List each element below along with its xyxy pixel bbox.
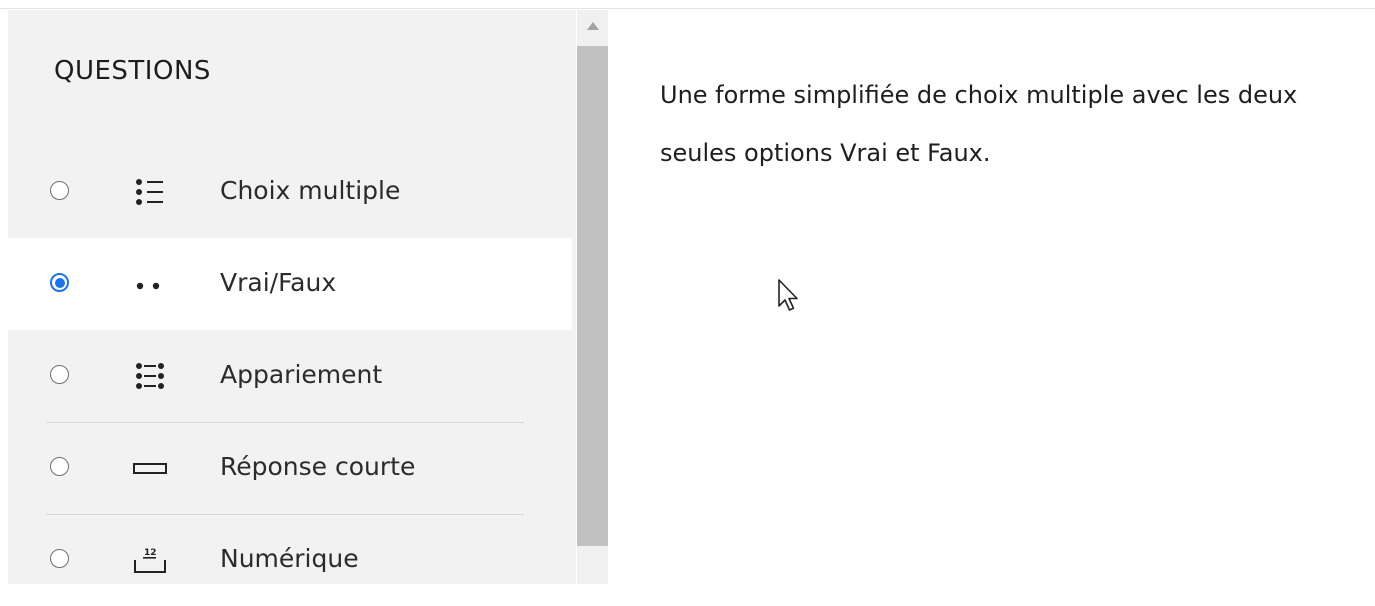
question-type-reponse-courte[interactable]: Réponse courte: [8, 422, 572, 514]
svg-text:12: 12: [144, 548, 157, 558]
question-type-label: Vrai/Faux: [220, 268, 337, 297]
item-divider: [46, 514, 524, 515]
scrollbar-thumb[interactable]: [577, 46, 608, 546]
question-type-choix-multiple[interactable]: Choix multiple: [8, 146, 572, 238]
list-icon: [136, 179, 163, 205]
short-answer-icon: [133, 463, 167, 474]
radio-button[interactable]: [50, 181, 69, 200]
two-dots-icon: [136, 282, 160, 290]
radio-button-selected[interactable]: [50, 273, 69, 292]
question-type-numerique[interactable]: 12 Numérique: [8, 514, 572, 606]
radio-button[interactable]: [50, 549, 69, 568]
section-title: QUESTIONS: [54, 56, 211, 86]
question-type-label: Numérique: [220, 544, 359, 573]
mouse-pointer-icon: [778, 279, 798, 311]
item-divider: [46, 422, 524, 423]
question-type-list: Choix multiple Vrai/Faux Appariement Rép…: [8, 146, 572, 606]
radio-button[interactable]: [50, 457, 69, 476]
top-divider: [0, 8, 1375, 9]
question-type-vrai-faux[interactable]: Vrai/Faux: [8, 238, 572, 330]
question-type-label: Appariement: [220, 360, 383, 389]
question-type-label: Choix multiple: [220, 176, 401, 205]
radio-button[interactable]: [50, 365, 69, 384]
numeric-icon: 12: [134, 548, 166, 573]
question-type-appariement[interactable]: Appariement: [8, 330, 572, 422]
question-type-description: Une forme simplifiée de choix multiple a…: [660, 81, 1298, 167]
matching-icon: [136, 363, 164, 389]
question-type-label: Réponse courte: [220, 452, 416, 481]
scroll-up-arrow-icon[interactable]: [587, 22, 599, 30]
